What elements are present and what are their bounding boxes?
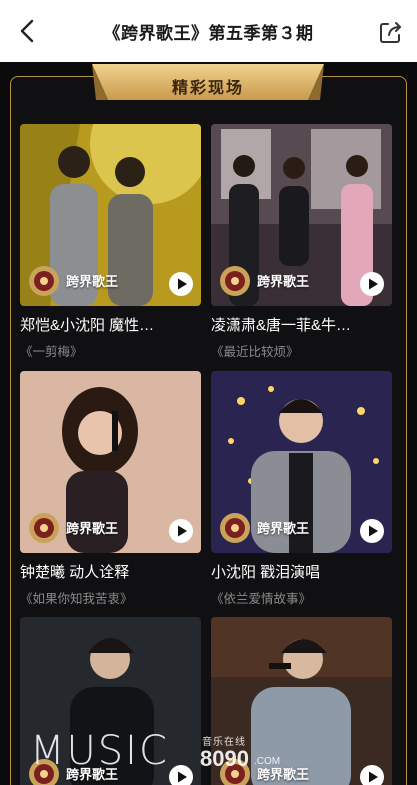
show-logo-icon	[220, 513, 250, 543]
top-bar: 《跨界歌王》第五季第３期	[0, 0, 417, 62]
brand-label: 跨界歌王	[257, 767, 310, 782]
video-card[interactable]: 跨界歌王 小沈阳 戳泪演唱 《依兰爱情故事》	[211, 371, 392, 607]
show-logo-icon	[220, 759, 250, 785]
card-title: 凌潇肃&唐一菲&牛…	[211, 317, 352, 334]
card-subtitle: 《如果你知我苦衷》	[20, 592, 133, 606]
chevron-left-icon[interactable]	[12, 15, 44, 47]
brand-label: 跨界歌王	[257, 274, 310, 289]
card-subtitle: 《依兰爱情故事》	[211, 592, 312, 606]
card-subtitle: 《一剪梅》	[20, 345, 83, 359]
card-subtitle: 《最近比较烦》	[211, 345, 299, 359]
video-thumbnail[interactable]: 跨界歌王	[20, 371, 201, 553]
brand-label: 跨界歌王	[257, 521, 310, 536]
video-card[interactable]: 跨界歌王 钟楚曦 动人诠释 《如果你知我苦衷》	[20, 371, 201, 607]
card-title: 小沈阳 戳泪演唱	[211, 564, 321, 581]
video-thumbnail[interactable]: 跨界歌王	[20, 617, 201, 785]
play-icon[interactable]	[360, 765, 384, 785]
play-icon[interactable]	[169, 765, 193, 785]
video-card[interactable]: 跨界歌王 郑恺&小沈阳 魔性… 《一剪梅》	[20, 124, 201, 360]
share-icon[interactable]	[377, 18, 405, 46]
video-card[interactable]: 跨界歌王	[20, 617, 201, 785]
brand-label: 跨界歌王	[66, 274, 119, 289]
brand-label: 跨界歌王	[66, 521, 119, 536]
play-icon[interactable]	[360, 272, 384, 296]
video-thumbnail[interactable]: 跨界歌王	[211, 371, 392, 553]
card-title: 郑恺&小沈阳 魔性…	[20, 317, 155, 334]
video-card[interactable]: 跨界歌王	[211, 617, 392, 785]
video-thumbnail[interactable]: 跨界歌王	[20, 124, 201, 306]
play-icon[interactable]	[360, 519, 384, 543]
video-thumbnail[interactable]: 跨界歌王	[211, 124, 392, 306]
show-logo-icon	[29, 513, 59, 543]
show-logo-icon	[29, 266, 59, 296]
section-title: 精彩现场	[171, 80, 244, 97]
show-logo-icon	[220, 266, 250, 296]
page-title: 《跨界歌王》第五季第３期	[103, 23, 314, 43]
card-title: 钟楚曦 动人诠释	[20, 564, 130, 581]
brand-label: 跨界歌王	[66, 767, 119, 782]
video-card[interactable]: 跨界歌王 凌潇肃&唐一菲&牛… 《最近比较烦》	[211, 124, 392, 360]
video-thumbnail[interactable]: 跨界歌王	[211, 617, 392, 785]
show-logo-icon	[29, 759, 59, 785]
play-icon[interactable]	[169, 272, 193, 296]
play-icon[interactable]	[169, 519, 193, 543]
